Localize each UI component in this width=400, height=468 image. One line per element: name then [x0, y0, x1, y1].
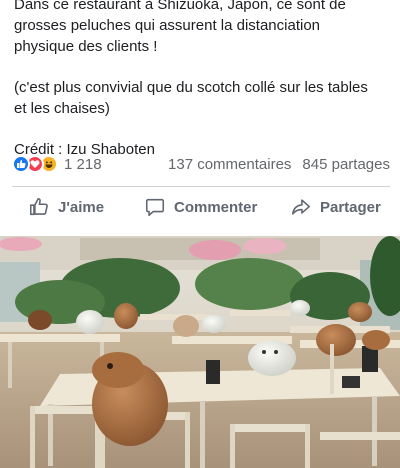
post-actions: J'aime Commenter Partager [0, 190, 400, 228]
post-photo[interactable] [0, 236, 400, 468]
divider [12, 186, 390, 187]
share-button-label: Partager [320, 198, 381, 216]
post-text-line: grosses peluches qui assurent la distanc… [14, 17, 321, 34]
share-arrow-icon [291, 199, 311, 215]
speech-bubble-icon [145, 198, 165, 217]
share-count-link[interactable]: 845 partages [302, 156, 390, 173]
post-stats: 1 218 137 commentaires 845 partages [12, 152, 390, 176]
like-button[interactable]: J'aime [28, 196, 104, 218]
thumbs-up-icon [29, 197, 48, 216]
reaction-count: 1 218 [64, 155, 102, 173]
like-button-label: J'aime [58, 198, 105, 216]
restaurant-photo [0, 236, 400, 468]
comment-button-label: Commenter [174, 198, 258, 216]
comment-button[interactable]: Commenter [144, 196, 257, 218]
post-text-line: et les chaises) [14, 100, 110, 117]
post-text-line: (c'est plus convivial que du scotch coll… [14, 79, 368, 96]
reactions-summary[interactable]: 1 218 [12, 155, 102, 173]
comment-count-link[interactable]: 137 commentaires [168, 156, 291, 173]
post-text: Dans ce restaurant à Shizuoka, Japon, ce… [14, 0, 394, 160]
like-icon [12, 155, 30, 173]
post-text-line: Dans ce restaurant à Shizuoka, Japon, ce… [14, 0, 346, 13]
share-button[interactable]: Partager [290, 196, 381, 218]
post-text-line: physique des clients ! [14, 38, 158, 55]
